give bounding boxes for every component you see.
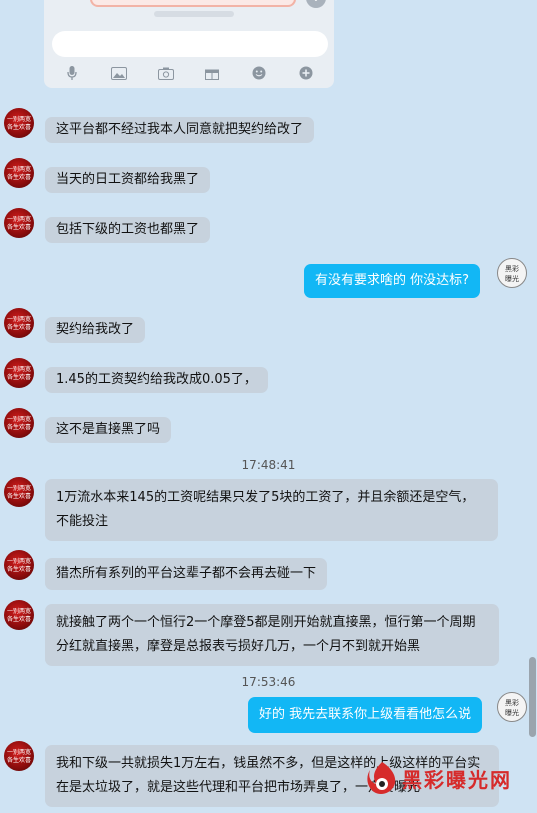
my-avatar[interactable]: 黑彩 曝光	[497, 258, 527, 288]
svg-text:黑彩: 黑彩	[505, 264, 519, 273]
svg-text:一别两宽: 一别两宽	[7, 607, 31, 615]
message-bubble: 这平台都不经过我本人同意就把契约给改了	[45, 117, 315, 143]
svg-text:各生欢喜: 各生欢喜	[7, 373, 31, 381]
scrollbar-thumb[interactable]	[529, 657, 536, 737]
svg-text:各生欢喜: 各生欢喜	[7, 756, 31, 764]
message-bubble: 1万流水本来145的工资呢结果只发了5块的工资了，并且余额还是空气，不能投注	[45, 479, 498, 541]
chat-window: ⌄ 一别两宽各生欢喜 这平台都不经过我本人同意就把契约给	[0, 0, 537, 813]
svg-text:各生欢喜: 各生欢喜	[7, 223, 31, 231]
contact-avatar[interactable]: 一别两宽 各生欢喜	[4, 600, 34, 630]
chevron-down-icon: ⌄	[306, 0, 326, 8]
message-bubble: 包括下级的工资也都黑了	[45, 217, 211, 243]
contact-avatar[interactable]: 一别两宽 各生欢喜	[4, 108, 34, 138]
contact-avatar[interactable]: 一别两宽 各生欢喜	[4, 550, 34, 580]
contact-avatar[interactable]: 一别两宽 各生欢喜	[4, 208, 34, 238]
timestamp: 17:53:46	[241, 675, 296, 689]
svg-text:各生欢喜: 各生欢喜	[7, 565, 31, 573]
message-bubble: 这不是直接黑了吗	[45, 417, 172, 443]
message-bubble: 契约给我改了	[45, 317, 146, 343]
svg-text:一别两宽: 一别两宽	[7, 115, 31, 123]
svg-text:一别两宽: 一别两宽	[7, 365, 31, 373]
svg-text:各生欢喜: 各生欢喜	[7, 615, 31, 623]
svg-text:曝光: 曝光	[505, 274, 519, 283]
emoji-icon	[251, 66, 267, 80]
image-icon	[110, 66, 127, 80]
svg-text:各生欢喜: 各生欢喜	[7, 323, 31, 331]
timestamp: 17:48:41	[241, 458, 296, 472]
contact-avatar[interactable]: 一别两宽 各生欢喜	[4, 741, 34, 771]
message-bubble: 当天的日工资都给我黑了	[45, 167, 211, 193]
watermark-logo-icon	[367, 762, 396, 794]
contact-avatar[interactable]: 一别两宽 各生欢喜	[4, 477, 34, 507]
svg-text:各生欢喜: 各生欢喜	[7, 123, 31, 131]
svg-text:各生欢喜: 各生欢喜	[7, 173, 31, 181]
my-avatar[interactable]: 黑彩 曝光	[497, 692, 527, 722]
svg-text:黑彩: 黑彩	[505, 698, 519, 707]
svg-text:曝光: 曝光	[505, 708, 519, 717]
watermark: 黑彩曝光网	[364, 760, 512, 796]
contact-avatar[interactable]: 一别两宽 各生欢喜	[4, 358, 34, 388]
message-bubble: 有没有要求啥的 你没达标?	[304, 264, 481, 298]
message-bubble: 好的 我先去联系你上级看看他怎么说	[248, 697, 483, 733]
watermark-text: 黑彩曝光网	[402, 767, 512, 792]
quoted-message-box	[90, 0, 296, 7]
quoted-toolbar	[64, 64, 314, 82]
svg-text:一别两宽: 一别两宽	[7, 415, 31, 423]
svg-text:各生欢喜: 各生欢喜	[7, 492, 31, 500]
svg-text:一别两宽: 一别两宽	[7, 748, 31, 756]
plus-icon	[298, 66, 314, 80]
message-bubble: 就接触了两个一个恒行2一个摩登5都是刚开始就直接黑，恒行第一个周期分红就直接黑，…	[45, 604, 499, 666]
contact-avatar[interactable]: 一别两宽 各生欢喜	[4, 158, 34, 188]
mic-icon	[64, 66, 80, 80]
message-bubble: 1.45的工资契约给我改成0.05了，	[45, 367, 268, 393]
svg-text:一别两宽: 一别两宽	[7, 315, 31, 323]
svg-text:一别两宽: 一别两宽	[7, 484, 31, 492]
svg-text:一别两宽: 一别两宽	[7, 557, 31, 565]
quoted-screenshot: ⌄	[44, 0, 334, 88]
contact-avatar[interactable]: 一别两宽 各生欢喜	[4, 308, 34, 338]
svg-text:一别两宽: 一别两宽	[7, 215, 31, 223]
svg-text:各生欢喜: 各生欢喜	[7, 423, 31, 431]
contact-avatar[interactable]: 一别两宽 各生欢喜	[4, 408, 34, 438]
quoted-timestamp	[154, 11, 234, 17]
message-bubble: 猎杰所有系列的平台这辈子都不会再去碰一下	[45, 558, 328, 590]
gift-icon	[204, 66, 220, 80]
quoted-input-field	[52, 31, 328, 57]
svg-text:一别两宽: 一别两宽	[7, 165, 31, 173]
camera-icon	[157, 66, 174, 80]
